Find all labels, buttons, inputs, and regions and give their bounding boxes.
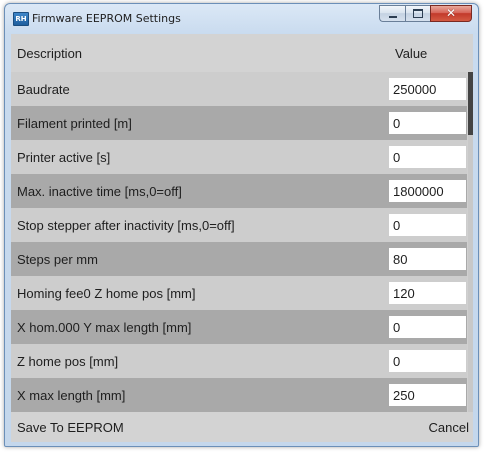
setting-value-input[interactable] — [389, 180, 466, 202]
title-bar[interactable]: RH Firmware EEPROM Settings ✕ — [5, 4, 478, 34]
setting-row: Printer active [s] — [11, 140, 467, 174]
window-title: Firmware EEPROM Settings — [32, 12, 181, 25]
setting-label: Baudrate — [17, 82, 70, 97]
setting-label: Filament printed [m] — [17, 116, 132, 131]
setting-value-input[interactable] — [389, 78, 466, 100]
setting-value-input[interactable] — [389, 350, 466, 372]
setting-value-input[interactable] — [389, 384, 466, 406]
setting-row: Homing fee0 Z home pos [mm] — [11, 276, 467, 310]
setting-value-input[interactable] — [389, 146, 466, 168]
setting-row: X max length [mm] — [11, 378, 467, 412]
setting-label: X max length [mm] — [17, 388, 126, 403]
setting-label: Steps per mm — [17, 252, 98, 267]
setting-label: Max. inactive time [ms,0=off] — [17, 184, 182, 199]
setting-label: Homing fee0 Z home pos [mm] — [17, 286, 196, 301]
close-icon: ✕ — [445, 6, 457, 20]
close-button[interactable]: ✕ — [430, 5, 472, 22]
printer-app-icon: RH — [13, 12, 29, 26]
setting-value-input[interactable] — [389, 248, 466, 270]
setting-label: Printer active [s] — [17, 150, 111, 165]
value-column-header: Value — [395, 46, 428, 61]
setting-row: Max. inactive time [ms,0=off] — [11, 174, 467, 208]
maximize-icon — [413, 9, 423, 18]
setting-value-input[interactable] — [389, 112, 466, 134]
setting-row: Z home pos [mm] — [11, 344, 467, 378]
minimize-button[interactable] — [379, 5, 405, 22]
settings-list[interactable]: Baudrate Filament printed [m] Printer ac… — [11, 72, 473, 412]
setting-label: Z home pos [mm] — [17, 354, 119, 369]
setting-row: Steps per mm — [11, 242, 467, 276]
setting-row: Stop stepper after inactivity [ms,0=off] — [11, 208, 467, 242]
table-header: Description Value — [11, 34, 473, 72]
setting-row: Filament printed [m] — [11, 106, 467, 140]
dialog-footer: Save To EEPROM Cancel — [11, 412, 473, 442]
scrollbar-thumb[interactable] — [468, 72, 473, 135]
description-column-header: Description — [17, 46, 83, 61]
setting-value-input[interactable] — [389, 214, 466, 236]
maximize-button[interactable] — [405, 5, 430, 22]
setting-label: Stop stepper after inactivity [ms,0=off] — [17, 218, 235, 233]
setting-label: X hom.000 Y max length [mm] — [17, 320, 192, 335]
minimize-icon — [388, 15, 397, 18]
setting-row: X hom.000 Y max length [mm] — [11, 310, 467, 344]
vertical-scrollbar[interactable] — [468, 72, 473, 412]
setting-value-input[interactable] — [389, 316, 466, 338]
setting-value-input[interactable] — [389, 282, 466, 304]
eeprom-settings-window: RH Firmware EEPROM Settings ✕ Descriptio… — [4, 3, 479, 447]
window-controls: ✕ — [379, 5, 472, 23]
save-to-eeprom-button[interactable]: Save To EEPROM — [17, 420, 124, 435]
setting-row: Baudrate — [11, 72, 467, 106]
dialog-content: Description Value Baudrate Filament prin… — [11, 34, 473, 442]
cancel-button[interactable]: Cancel — [429, 420, 469, 435]
